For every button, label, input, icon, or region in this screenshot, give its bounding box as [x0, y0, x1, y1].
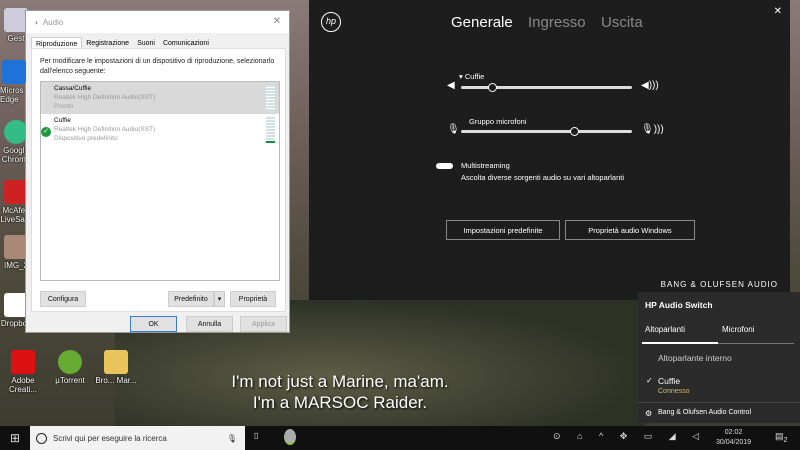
- bo-control-link[interactable]: Bang & Olufsen Audio Control: [658, 409, 751, 416]
- device-item[interactable]: ✓ Cuffie Realtek High Definition Audio(S…: [41, 114, 279, 146]
- close-button[interactable]: ✕: [273, 16, 281, 27]
- hp-app-taskbar-icon[interactable]: [284, 429, 296, 445]
- subtitle-line-2: I'm a MARSOC Raider.: [252, 393, 428, 412]
- device-status: Dispositivo predefinito: [54, 135, 118, 142]
- level-meter: [266, 85, 275, 111]
- tab-ingresso[interactable]: Ingresso: [528, 14, 586, 31]
- hp-logo: hp: [321, 12, 341, 32]
- device-status: Connesso: [658, 388, 690, 395]
- subtitle-line-1: I'm not just a Marine, ma'am.: [231, 372, 449, 391]
- desktop-icon-folder[interactable]: Bro... Mar...: [92, 350, 140, 385]
- level-meter: [266, 117, 275, 143]
- default-settings-button[interactable]: Impostazioni predefinite: [446, 220, 560, 240]
- slider-thumb[interactable]: [569, 127, 579, 136]
- search-placeholder: Scrivi qui per eseguire la ricerca: [53, 433, 167, 443]
- device-driver: Realtek High Definition Audio(SST): [54, 126, 156, 133]
- speaker-low-icon: ◀: [447, 80, 455, 91]
- device-list: Cassa/Cuffie Realtek High Definition Aud…: [40, 81, 280, 281]
- device-name: Cuffie: [54, 117, 71, 124]
- start-button[interactable]: ⊞: [10, 431, 20, 445]
- tab-generale[interactable]: Generale: [451, 14, 513, 31]
- tab-microfoni[interactable]: Microfoni: [722, 325, 754, 334]
- mic-label: Gruppo microfoni: [469, 117, 527, 126]
- taskbar: ⊞ Scrivi qui per eseguire la ricerca 🎙 ▯…: [0, 426, 800, 450]
- set-default-button[interactable]: Predefinito: [168, 291, 214, 307]
- configure-button[interactable]: Configura: [40, 291, 86, 307]
- task-view-icon[interactable]: ▯: [254, 431, 258, 440]
- hp-audio-switch: HP Audio Switch Altoparlanti Microfoni A…: [638, 292, 800, 423]
- device-driver: Realtek High Definition Audio(SST): [54, 94, 156, 101]
- device-name: Cassa/Cuffie: [54, 85, 92, 92]
- apply-button[interactable]: Applica: [240, 316, 287, 332]
- hp-audio-app: hp ✕ Generale Ingresso Uscita ◀ ▾ Cuffie…: [309, 0, 790, 300]
- switch-title: HP Audio Switch: [645, 300, 713, 310]
- tab-uscita[interactable]: Uscita: [601, 14, 643, 31]
- default-check-icon: ✓: [41, 127, 51, 137]
- tab-altoparlanti[interactable]: Altoparlanti: [645, 325, 685, 334]
- clock[interactable]: 02:02 30/04/2019: [716, 428, 751, 448]
- output-volume-slider[interactable]: [461, 83, 632, 92]
- device-item[interactable]: Cassa/Cuffie Realtek High Definition Aud…: [41, 82, 279, 114]
- microphone-icon[interactable]: 🎙: [227, 434, 237, 443]
- device-cuffie[interactable]: Cuffie: [658, 376, 680, 386]
- notification-center-icon[interactable]: ▤2: [775, 431, 788, 444]
- brand-label: BANG & OLUFSEN AUDIO: [660, 280, 778, 289]
- set-default-dropdown[interactable]: ▾: [214, 291, 225, 307]
- hp-close-button[interactable]: ✕: [774, 6, 782, 17]
- multistreaming-toggle[interactable]: [436, 163, 453, 169]
- dialog-title: Audio: [42, 17, 64, 27]
- cancel-button[interactable]: Annulla: [186, 316, 233, 332]
- search-box[interactable]: Scrivi qui per eseguire la ricerca 🎙: [30, 426, 245, 450]
- mic-volume-slider[interactable]: [461, 127, 632, 136]
- divider: [638, 402, 800, 403]
- mic-icon: 🎙: [447, 124, 460, 135]
- output-device-selector[interactable]: ▾ Cuffie: [459, 72, 484, 81]
- properties-button[interactable]: Proprietà: [230, 291, 276, 307]
- multistreaming-label: Multistreaming: [461, 161, 510, 170]
- device-altoparlante[interactable]: Altoparlante interno: [658, 353, 732, 363]
- audio-dialog: ◖ Audio ✕ Riproduzione Registrazione Suon…: [25, 10, 290, 333]
- windows-audio-properties-button[interactable]: Proprietà audio Windows: [565, 220, 695, 240]
- speaker-icon: ◖: [34, 17, 39, 27]
- tab-indicator: [642, 342, 718, 344]
- dialog-titlebar[interactable]: ◖ Audio: [26, 11, 289, 33]
- instructions: Per modificare le impostazioni di un dis…: [40, 58, 275, 75]
- mic-high-icon: 🎙))): [641, 124, 664, 135]
- tray-icons[interactable]: ⊙ ⌂ ^ ✥ ▭ ◢ ◁: [553, 431, 706, 442]
- speaker-high-icon: ◀))): [641, 80, 659, 91]
- desktop-icon-utorrent[interactable]: µTorrent: [46, 350, 94, 385]
- check-icon: ✓: [646, 376, 653, 385]
- ok-button[interactable]: OK: [130, 316, 177, 332]
- slider-thumb[interactable]: [487, 83, 497, 92]
- cortana-icon: [36, 432, 47, 444]
- multistreaming-desc: Ascolta diverse sorgenti audio su vari a…: [461, 173, 625, 182]
- desktop-icon-adobe[interactable]: Adobe Creati...: [0, 350, 46, 394]
- gear-icon: ⚙: [645, 409, 653, 418]
- desktop-icon-edge[interactable]: Micros Edge: [0, 60, 30, 104]
- device-status: Pronto: [54, 103, 74, 110]
